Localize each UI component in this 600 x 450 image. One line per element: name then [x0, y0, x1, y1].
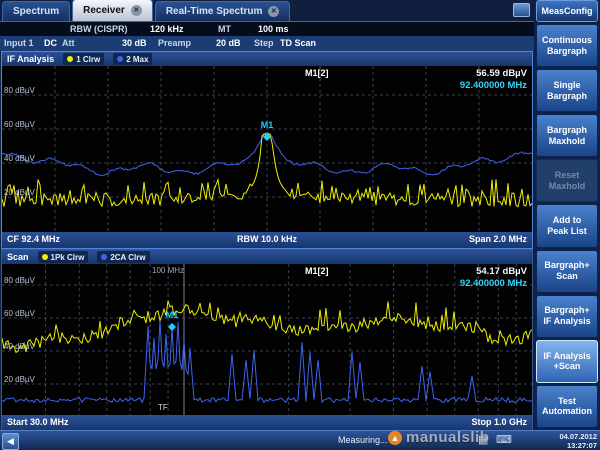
scan-average-trace — [2, 320, 532, 403]
input-label: Input 1 — [4, 38, 34, 48]
scan-peak-trace — [2, 301, 532, 353]
marker-readout: 56.59 dBµV 92.400000 MHz — [460, 68, 527, 93]
softkey-menu-title: MeasConfig — [536, 0, 598, 22]
mt-label: MT — [218, 24, 231, 34]
softkey-if-analysis-scan[interactable]: IF Analysis +Scan — [536, 340, 598, 383]
transducer-factor-label: TF — [158, 403, 168, 412]
marker-readout: 54.17 dBµV 92.400000 MHz — [460, 266, 527, 291]
panel-title: IF Analysis — [7, 54, 54, 64]
trace2-color-icon — [101, 254, 107, 260]
y-axis-label: 20 dBµV — [4, 375, 35, 384]
rbw-field[interactable]: RBW 10.0 kHz — [237, 234, 297, 244]
rbw-value[interactable]: 120 kHz — [150, 24, 184, 34]
att-label: Att — [62, 38, 75, 48]
watermark-logo-icon: ▲ — [388, 431, 402, 445]
preamp-label: Preamp — [158, 38, 191, 48]
marker-level: 54.17 dBµV — [460, 266, 527, 278]
time-text: 13:27:07 — [559, 442, 597, 450]
tab-realtime-spectrum[interactable]: Real-Time Spectrum ✕ — [155, 1, 291, 21]
softkey-bargraph-maxhold[interactable]: Bargraph Maxhold — [536, 114, 598, 157]
scan-spectrum-graph[interactable]: M1 100 MHz TF 80 dBµV 60 dBµV 40 dBµV 20… — [2, 264, 532, 415]
close-icon[interactable]: ✕ — [268, 6, 279, 17]
att-value[interactable]: 30 dB — [122, 38, 147, 48]
softkey-add-to-peak-list[interactable]: Add to Peak List — [536, 204, 598, 247]
y-axis-label: 20 dBµV — [4, 188, 35, 197]
trace2-legend[interactable]: 2CA Clrw — [97, 251, 149, 263]
scan-panel: Scan 1Pk Clrw 2CA Clrw M1 100 MHz TF — [1, 249, 533, 432]
scan-panel-header: Scan 1Pk Clrw 2CA Clrw — [2, 250, 532, 264]
marker-label: M1 — [166, 310, 179, 320]
step-value[interactable]: TD Scan — [280, 38, 316, 48]
if-panel-header: IF Analysis 1 Clrw 2 Max — [2, 52, 532, 66]
softkey-test-automation[interactable]: Test Automation — [536, 385, 598, 428]
y-axis-label: 80 dBµV — [4, 86, 35, 95]
marker-level: 56.59 dBµV — [460, 68, 527, 80]
if-analysis-panel: IF Analysis 1 Clrw 2 Max M1 80 dBµV 60 d… — [1, 51, 533, 249]
trace1-legend[interactable]: 1Pk Clrw — [38, 251, 89, 263]
if-spectrum-graph[interactable]: M1 80 dBµV 60 dBµV 40 dBµV 20 dBµV M1[2]… — [2, 66, 532, 232]
cf-field[interactable]: CF 92.4 MHz — [7, 234, 60, 244]
stop-frequency-field[interactable]: Stop 1.0 GHz — [471, 417, 527, 427]
marker-diamond[interactable] — [168, 323, 176, 331]
trace1-color-icon — [42, 254, 48, 260]
marker-frequency: 92.400000 MHz — [460, 278, 527, 290]
softkey-continuous-bargraph[interactable]: Continuous Bargraph — [536, 24, 598, 67]
y-axis-label: 80 dBµV — [4, 276, 35, 285]
input-value[interactable]: DC — [44, 38, 57, 48]
softkey-sidebar: MeasConfig Continuous Bargraph Single Ba… — [534, 0, 600, 430]
mt-value[interactable]: 100 ms — [258, 24, 289, 34]
tab-label: Real-Time Spectrum — [166, 6, 263, 17]
marker-reference: M1[2] — [305, 68, 329, 78]
watermark-text: manualslib — [406, 429, 489, 446]
legend-label: 1 Clrw — [76, 55, 100, 64]
marker-reference: M1[2] — [305, 266, 329, 276]
status-bar: ◀ Measuring... ▦ ⌨ 04.07.2012 13:27:07 — [0, 430, 600, 450]
tab-spectrum[interactable]: Spectrum — [2, 1, 70, 21]
y-axis-label: 60 dBµV — [4, 120, 35, 129]
softkey-reset-maxhold[interactable]: Reset Maxhold — [536, 159, 598, 202]
legend-label: 2 Max — [126, 55, 148, 64]
panel-title: Scan — [7, 252, 29, 262]
softkey-bargraph-if-analysis[interactable]: Bargraph+ IF Analysis — [536, 295, 598, 338]
statusbar-scroll-icon[interactable]: ◀ — [2, 433, 19, 450]
close-icon[interactable]: ✕ — [131, 5, 142, 16]
step-label: Step — [254, 38, 274, 48]
softkey-bargraph-scan[interactable]: Bargraph+ Scan — [536, 250, 598, 293]
bandwidth-settings-row: RBW (CISPR) 120 kHz MT 100 ms — [0, 22, 534, 36]
tab-label: Spectrum — [13, 6, 59, 17]
watermark: ▲ manualslib — [388, 429, 489, 446]
marker-label: M1 — [261, 120, 274, 130]
y-axis-label: 40 dBµV — [4, 342, 35, 351]
legend-label: 1Pk Clrw — [51, 253, 85, 262]
softkey-single-bargraph[interactable]: Single Bargraph — [536, 69, 598, 112]
trace1-color-icon — [67, 56, 73, 62]
trace1-legend[interactable]: 1 Clrw — [63, 53, 104, 65]
tab-receiver[interactable]: Receiver ✕ — [72, 0, 153, 21]
instrument-screen: Spectrum Receiver ✕ Real-Time Spectrum ✕… — [0, 0, 600, 450]
display-icon[interactable] — [513, 3, 530, 17]
y-axis-label: 60 dBµV — [4, 309, 35, 318]
if-panel-footer: CF 92.4 MHz RBW 10.0 kHz Span 2.0 MHz — [2, 232, 532, 248]
measuring-status: Measuring... — [338, 435, 388, 445]
start-frequency-field[interactable]: Start 30.0 MHz — [7, 417, 69, 427]
frequency-gridline-label: 100 MHz — [152, 266, 184, 275]
keyboard-icon[interactable]: ⌨ — [496, 433, 512, 446]
legend-label: 2CA Clrw — [110, 253, 145, 262]
preamp-value[interactable]: 20 dB — [216, 38, 241, 48]
marker-frequency: 92.400000 MHz — [460, 80, 527, 92]
tab-label: Receiver — [83, 5, 125, 16]
datetime-display: 04.07.2012 13:27:07 — [559, 433, 597, 450]
tab-bar: Spectrum Receiver ✕ Real-Time Spectrum ✕ — [0, 0, 534, 22]
input-settings-row: Input 1 DC Att 30 dB Preamp 20 dB Step T… — [0, 36, 534, 52]
y-axis-label: 40 dBµV — [4, 154, 35, 163]
trace2-legend[interactable]: 2 Max — [113, 53, 152, 65]
trace2-color-icon — [117, 56, 123, 62]
span-field[interactable]: Span 2.0 MHz — [469, 234, 527, 244]
rbw-label: RBW (CISPR) — [70, 24, 128, 34]
